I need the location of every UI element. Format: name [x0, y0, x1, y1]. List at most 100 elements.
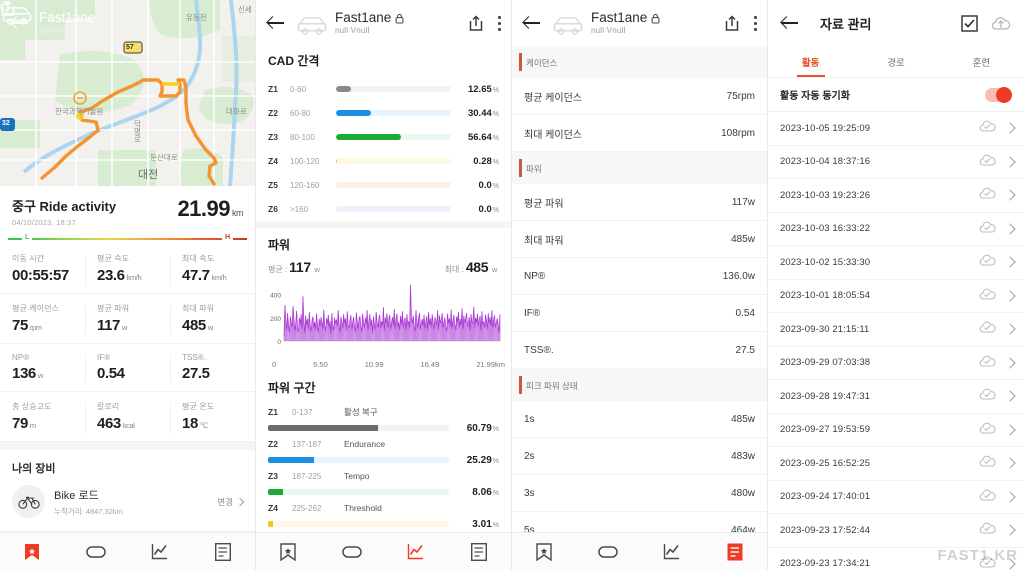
zone-fill — [336, 134, 402, 140]
panel-data-management: 자료 관리 활동 경로 훈련 활동 자동 동기화 2023-10-05 19:25:… — [768, 0, 1024, 570]
share-button[interactable] — [465, 12, 487, 34]
metric-value: 27.5 — [735, 344, 755, 356]
chevron-right-icon[interactable] — [1004, 524, 1016, 536]
tab-경로[interactable]: 경로 — [853, 46, 938, 77]
more-vertical-icon[interactable] — [497, 14, 501, 32]
list-item[interactable]: 2023-09-23 17:52:44 — [768, 514, 1024, 548]
cloud-sync-icon[interactable] — [979, 287, 996, 305]
equipment-row[interactable]: Bike 로드 누적거리: 4847.32km 변경 — [12, 485, 245, 518]
cloud-sync-icon[interactable] — [979, 153, 996, 171]
power-chart[interactable]: 0 200 400 — [256, 275, 511, 358]
chevron-right-icon[interactable] — [1004, 256, 1016, 268]
auto-sync-toggle[interactable] — [985, 86, 1012, 103]
activity-summary-header: 중구 Ride activity 04/10/2023, 18:37 21.99… — [0, 186, 255, 227]
select-all-button[interactable] — [958, 12, 980, 34]
cloud-sync-icon[interactable] — [979, 253, 996, 271]
list-item[interactable]: 2023-10-04 18:37:16 — [768, 146, 1024, 179]
zone-range: 0-60 — [290, 84, 307, 94]
nav-chart-icon[interactable] — [142, 540, 176, 564]
nav-document-icon[interactable] — [462, 540, 496, 564]
nav-document-icon[interactable] — [206, 540, 240, 564]
cloud-sync-icon[interactable] — [979, 421, 996, 439]
chevron-right-icon[interactable] — [1004, 223, 1016, 235]
share-button[interactable] — [721, 12, 743, 34]
cloud-sync-icon[interactable] — [979, 320, 996, 338]
chevron-right-icon[interactable] — [1004, 390, 1016, 402]
cloud-sync-icon[interactable] — [979, 354, 996, 372]
list-item[interactable]: 2023-09-25 16:52:25 — [768, 447, 1024, 481]
cloud-sync-icon[interactable] — [979, 119, 996, 137]
nav-chart-icon[interactable] — [654, 540, 688, 564]
panel2-appbar-actions — [465, 12, 501, 34]
metric-key: 1s — [524, 413, 535, 425]
activity-timestamp: 2023-10-01 18:05:54 — [780, 290, 871, 302]
zone-percent: 0.28% — [473, 155, 499, 167]
list-item[interactable]: 2023-10-01 18:05:54 — [768, 280, 1024, 313]
chevron-right-icon[interactable] — [1004, 189, 1016, 201]
nav-chart-icon[interactable] — [398, 540, 432, 564]
share-icon — [469, 14, 483, 31]
tab-활동[interactable]: 활동 — [768, 46, 853, 77]
upload-button[interactable] — [990, 12, 1012, 34]
back-button[interactable] — [780, 12, 802, 34]
list-item[interactable]: 2023-09-30 21:15:11 — [768, 313, 1024, 347]
nav-bookmark-icon[interactable] — [527, 540, 561, 564]
chevron-right-icon[interactable] — [1004, 457, 1016, 469]
nav-oval-icon[interactable] — [591, 540, 625, 564]
chevron-right-icon[interactable] — [1004, 323, 1016, 335]
nav-bookmark-icon[interactable] — [271, 540, 305, 564]
list-item[interactable]: 2023-10-05 19:25:09 — [768, 112, 1024, 146]
chevron-right-icon[interactable] — [1004, 156, 1016, 168]
more-vertical-icon[interactable] — [753, 14, 757, 32]
cloud-upload-icon — [991, 16, 1011, 30]
activity-timestamp: 2023-10-03 19:23:26 — [780, 189, 871, 201]
change-equipment-button[interactable]: 변경 — [217, 496, 245, 508]
list-item[interactable]: 2023-10-02 15:33:30 — [768, 246, 1024, 280]
chevron-right-icon[interactable] — [1004, 424, 1016, 436]
list-item[interactable]: 2023-09-29 07:03:38 — [768, 347, 1024, 380]
list-item[interactable]: 2023-09-24 17:40:01 — [768, 481, 1024, 514]
stat-label: 이동 시간 — [12, 254, 45, 263]
cloud-sync-icon[interactable] — [979, 521, 996, 539]
cloud-sync-icon[interactable] — [979, 220, 996, 238]
item-actions — [979, 454, 1016, 472]
cloud-sync-icon[interactable] — [979, 186, 996, 204]
back-button[interactable] — [522, 12, 544, 34]
tab-훈련[interactable]: 훈련 — [939, 46, 1024, 77]
nav-bookmark-icon[interactable] — [15, 540, 49, 564]
chevron-right-icon[interactable] — [1004, 491, 1016, 503]
list-item[interactable]: 2023-10-03 16:33:22 — [768, 213, 1024, 246]
zone-percent: 60.79% — [466, 422, 499, 434]
share-button[interactable] — [1, 0, 245, 34]
route-map[interactable]: 57 32 한국과학기술원 대화로 신세 유등천 둔산대로 대전 덕명로 Fas… — [0, 0, 255, 186]
cloud-sync-icon[interactable] — [979, 387, 996, 405]
zone-track — [336, 134, 451, 140]
cloud-sync-icon[interactable] — [979, 488, 996, 506]
nav-document-icon[interactable] — [718, 540, 752, 564]
auto-sync-row[interactable]: 활동 자동 동기화 — [768, 78, 1024, 112]
stat-cell: NP® 136 w — [0, 344, 85, 391]
back-button[interactable] — [266, 12, 288, 34]
stat-value: 18 ℃ — [182, 415, 208, 432]
panel-detail-metrics: Fast1ane null Vnull 케이던스 평균 케이던스 75rpm 최… — [512, 0, 768, 570]
zone-percent: 30.44% — [467, 107, 499, 119]
activity-distance: 21.99 km — [175, 196, 243, 222]
list-item[interactable]: 2023-09-27 19:53:59 — [768, 414, 1024, 447]
metric-row: TSS®. 27.5 — [512, 332, 767, 369]
cloud-sync-icon[interactable] — [979, 454, 996, 472]
chevron-right-icon[interactable] — [1004, 122, 1016, 134]
chevron-right-icon[interactable] — [1004, 290, 1016, 302]
power-zone-label-row: Z4 225-262 Threshold — [256, 500, 511, 516]
nav-oval-icon[interactable] — [79, 540, 113, 564]
list-item[interactable]: 2023-09-28 19:47:31 — [768, 380, 1024, 414]
power-chart-header: 파워 평균 :117 w 최대 :485 w — [256, 228, 511, 275]
nav-oval-icon[interactable] — [335, 540, 369, 564]
app-name: Fast1ane — [0, 0, 95, 25]
power-zone-bar-row: 25.29% — [256, 452, 511, 468]
metrics-sections: 케이던스 평균 케이던스 75rpm 최대 케이던스 108rpm 파워 평균 파워 117w… — [512, 46, 767, 570]
metrics-section-title: 케이던스 — [526, 58, 558, 68]
chevron-right-icon[interactable] — [1004, 357, 1016, 369]
list-item[interactable]: 2023-10-03 19:23:26 — [768, 179, 1024, 213]
metric-value: 0.54 — [735, 307, 755, 319]
stat-cell: 총 상승고도 79 m — [0, 392, 85, 441]
